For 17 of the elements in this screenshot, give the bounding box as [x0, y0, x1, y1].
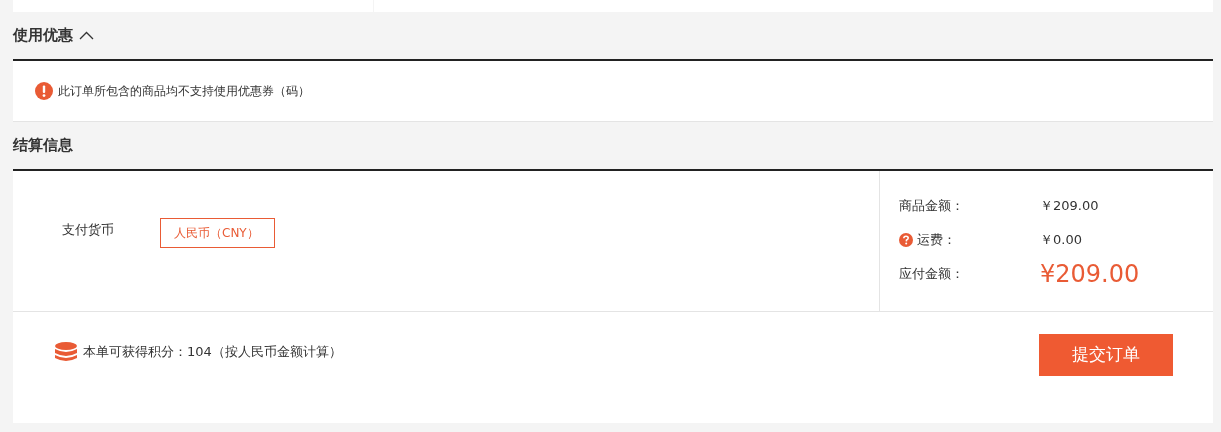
- summary-value: ￥0.00: [1040, 231, 1082, 250]
- chevron-icon[interactable]: [79, 31, 94, 40]
- points-text: 本单可获得积分：104（按人民币金额计算）: [83, 343, 342, 362]
- total-amount: ¥209.00: [1040, 259, 1140, 290]
- coins-icon: [55, 342, 77, 362]
- summary-label: 应付金额：: [899, 265, 964, 284]
- section-title: 结算信息: [13, 135, 73, 157]
- field-label: 支付货币: [62, 221, 114, 239]
- warning-icon: [35, 82, 53, 100]
- summary-label: 商品金额：: [899, 197, 964, 216]
- section-title: 使用优惠: [13, 25, 73, 47]
- submit-button[interactable]: 提交订单: [1039, 334, 1173, 376]
- summary-value: ￥209.00: [1040, 197, 1099, 216]
- help-icon[interactable]: [899, 233, 913, 247]
- currency-option[interactable]: 人民币（CNY）: [160, 218, 275, 248]
- summary-label: 运费：: [917, 231, 956, 250]
- notice-text: 此订单所包含的商品均不支持使用优惠券（码）: [58, 83, 310, 100]
